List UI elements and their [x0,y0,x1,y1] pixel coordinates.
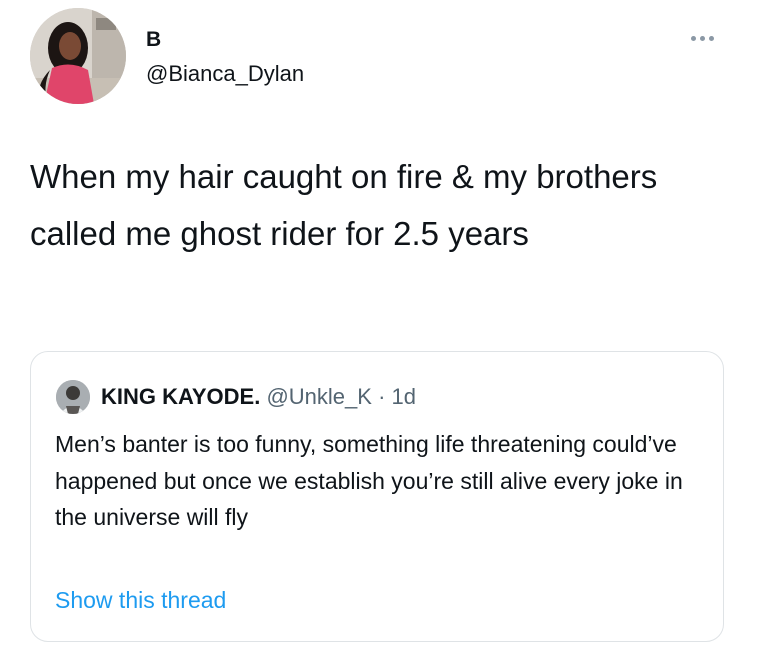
dot [708,35,714,41]
meta-separator: · [378,384,386,409]
quoted-author-avatar[interactable] [56,380,90,414]
quoted-tweet-time[interactable]: 1d [392,384,416,409]
show-thread-link[interactable]: Show this thread [55,586,226,614]
quoted-author-handle[interactable]: @Unkle_K [266,384,372,409]
quoted-tweet[interactable]: KING KAYODE. @Unkle_K · 1d Men’s banter … [30,351,724,642]
quoted-tweet-text: Men’s banter is too funny, something lif… [55,431,683,530]
dot [690,35,696,41]
quoted-tweet-header: KING KAYODE. @Unkle_K · 1d [101,384,416,410]
tweet-card: B @Bianca_Dylan When my hair caught on f… [0,0,766,662]
quoted-author-name[interactable]: KING KAYODE. [101,384,260,409]
tweet-text: When my hair caught on fire & my brother… [30,158,658,252]
author-display-name[interactable]: B [146,28,161,52]
dot [699,35,705,41]
quoted-profile-photo-icon [56,380,90,414]
author-avatar[interactable] [30,8,126,104]
author-handle[interactable]: @Bianca_Dylan [146,61,304,87]
more-options-icon[interactable] [684,28,720,48]
profile-photo-icon [30,8,126,104]
